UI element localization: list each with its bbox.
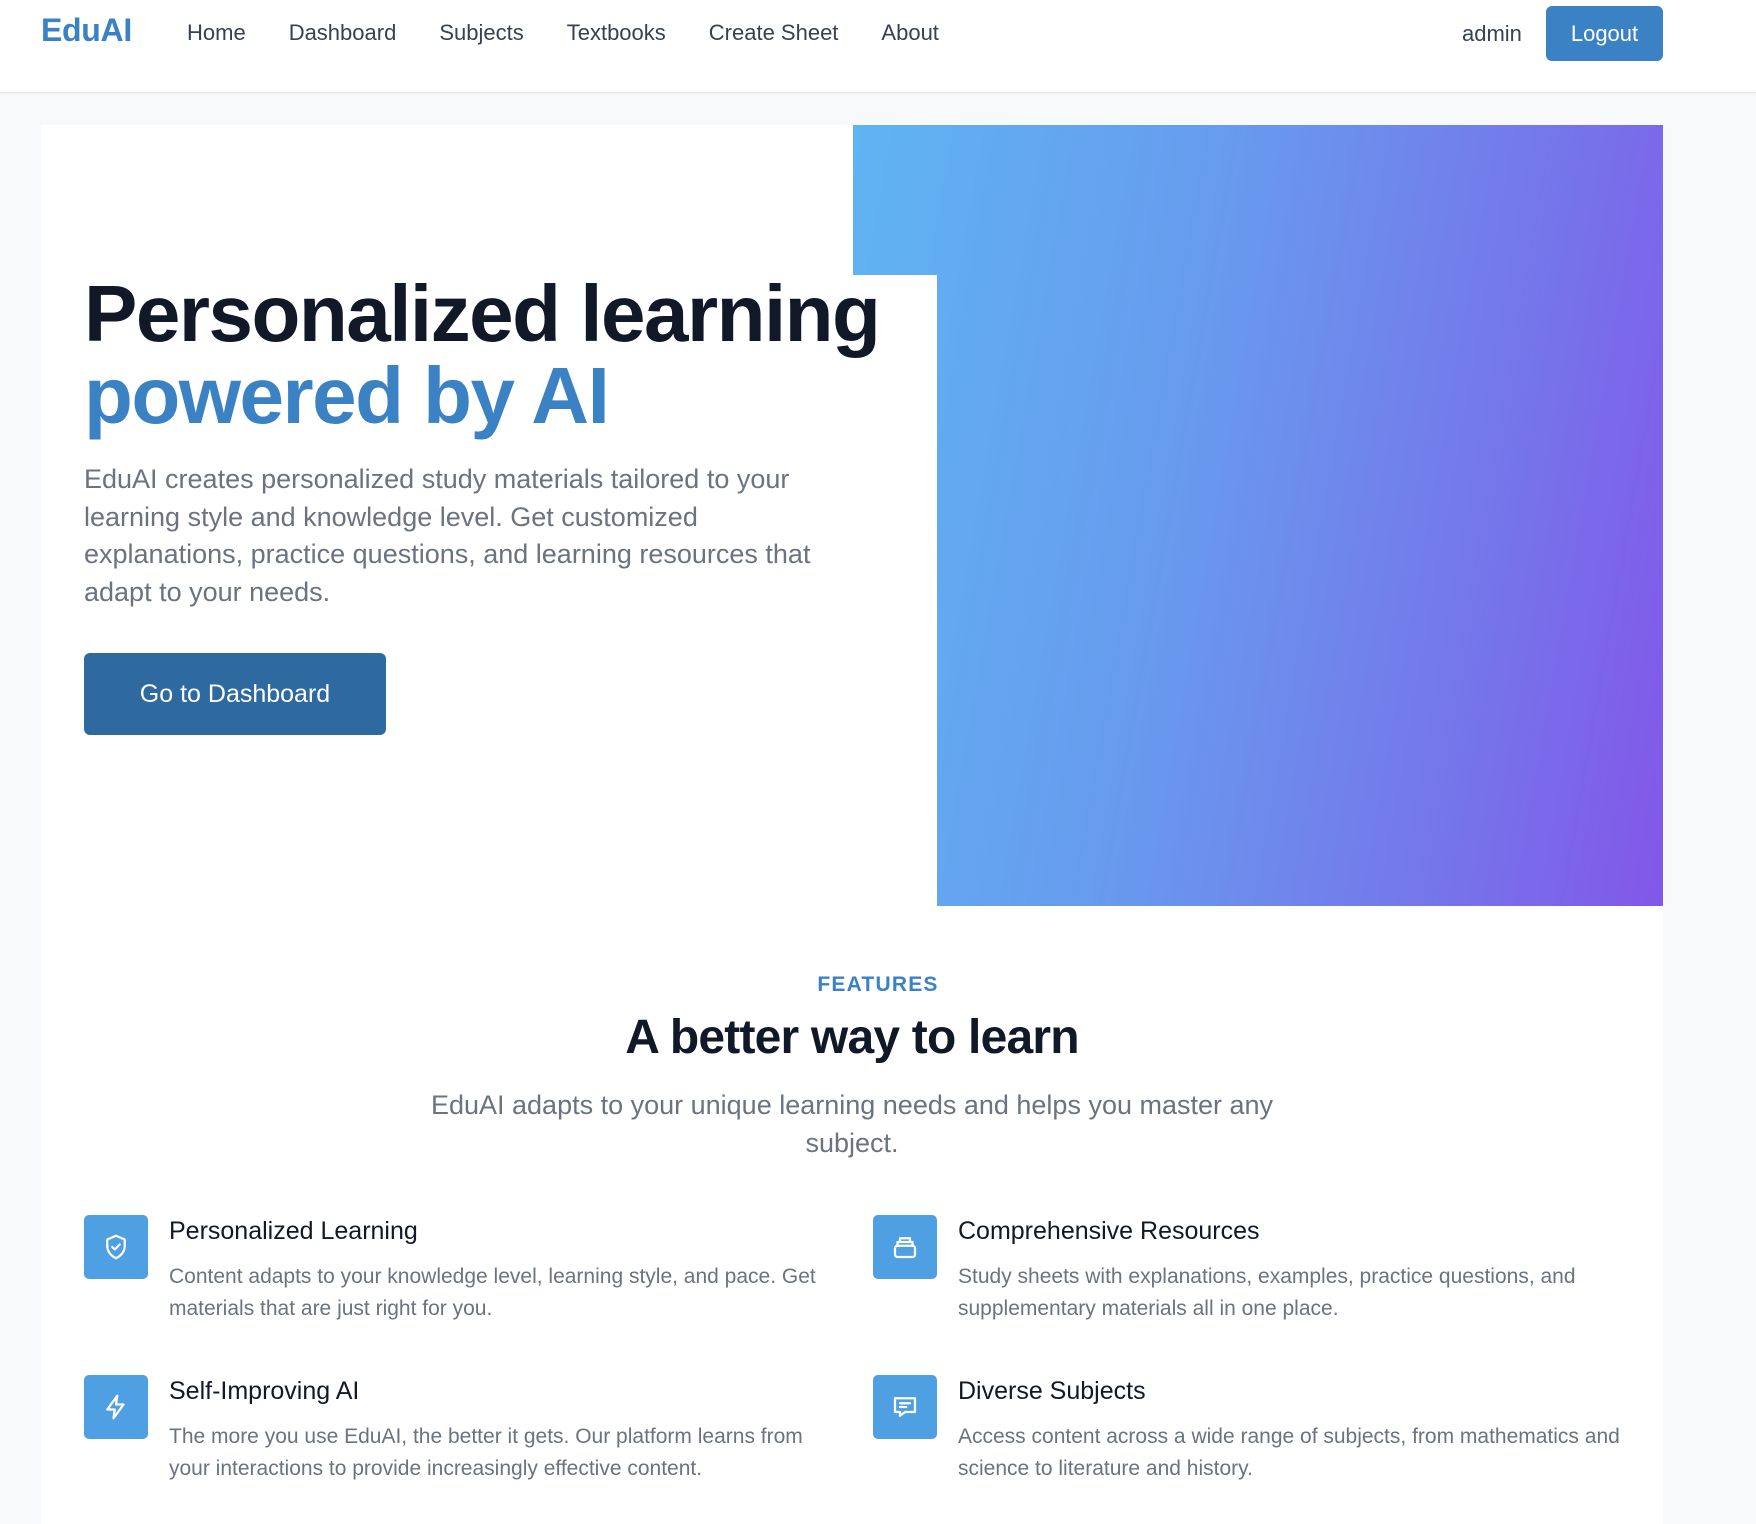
feature-description: Access content across a wide range of su… bbox=[958, 1425, 1620, 1480]
nav-link-textbooks[interactable]: Textbooks bbox=[567, 18, 666, 48]
feature-title: Personalized Learning bbox=[169, 1217, 418, 1245]
go-to-dashboard-button[interactable]: Go to Dashboard bbox=[84, 653, 386, 735]
main-nav: Home Dashboard Subjects Textbooks Create… bbox=[187, 18, 982, 48]
features-eyebrow: FEATURES bbox=[817, 973, 939, 996]
current-username: admin bbox=[1462, 21, 1522, 46]
feature-title: Diverse Subjects bbox=[958, 1377, 1146, 1405]
nav-link-create-sheet[interactable]: Create Sheet bbox=[709, 18, 839, 48]
feature-title: Comprehensive Resources bbox=[958, 1217, 1260, 1245]
chat-icon bbox=[873, 1375, 937, 1439]
feature-description: Study sheets with explanations, examples… bbox=[958, 1265, 1576, 1320]
hero-gradient-image bbox=[853, 125, 1663, 906]
features-subtitle: EduAI adapts to your unique learning nee… bbox=[430, 1090, 1274, 1158]
feature-description: Content adapts to your knowledge level, … bbox=[169, 1265, 816, 1320]
top-navbar: EduAI Home Dashboard Subjects Textbooks … bbox=[0, 0, 1756, 93]
features-title: A better way to learn bbox=[625, 1011, 1079, 1064]
hero-title: Personalized learning powered by AI bbox=[84, 273, 984, 437]
feature-description: The more you use EduAI, the better it ge… bbox=[169, 1425, 803, 1480]
hero-title-line-1: Personalized learning bbox=[84, 269, 881, 358]
nav-link-about[interactable]: About bbox=[881, 18, 939, 48]
shield-check-icon bbox=[84, 1215, 148, 1279]
nav-link-dashboard[interactable]: Dashboard bbox=[289, 18, 397, 48]
logout-button[interactable]: Logout bbox=[1546, 6, 1663, 61]
hero-description: EduAI creates personalized study materia… bbox=[84, 464, 811, 607]
lightning-icon bbox=[84, 1375, 148, 1439]
hero-title-accent: powered by AI bbox=[84, 351, 610, 440]
feature-title: Self-Improving AI bbox=[169, 1377, 360, 1405]
nav-link-home[interactable]: Home bbox=[187, 18, 246, 48]
stack-icon bbox=[873, 1215, 937, 1279]
nav-link-subjects[interactable]: Subjects bbox=[439, 18, 523, 48]
brand-logo[interactable]: EduAI bbox=[41, 12, 132, 49]
